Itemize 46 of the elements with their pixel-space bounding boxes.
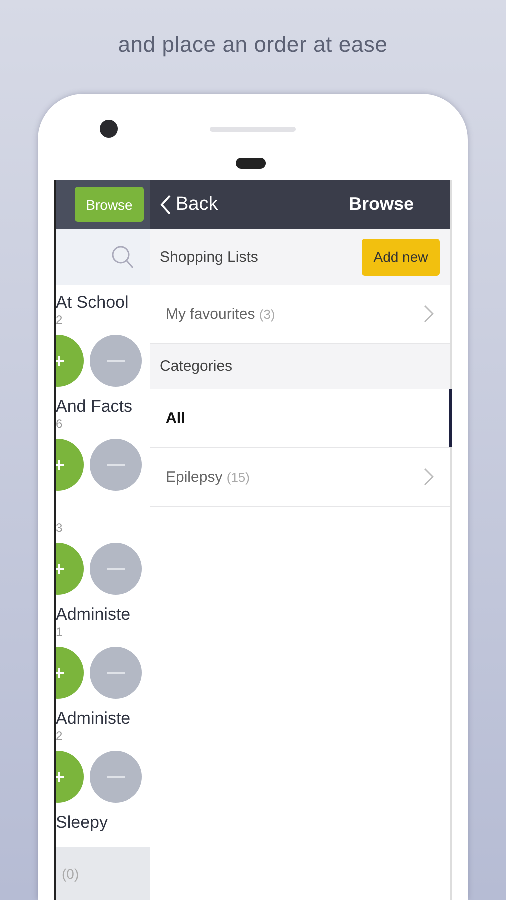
minus-button[interactable] bbox=[90, 543, 142, 595]
add-new-button[interactable]: Add new bbox=[362, 238, 440, 276]
screen-title: Browse bbox=[348, 194, 414, 215]
item-count: 1 bbox=[56, 625, 63, 639]
footer-count: (0) bbox=[62, 866, 80, 882]
item-title: Administe bbox=[56, 709, 131, 728]
plus-icon[interactable] bbox=[56, 751, 84, 803]
plus-icon[interactable] bbox=[56, 647, 84, 699]
headline: and place an order at ease bbox=[118, 32, 388, 58]
minus-icon bbox=[107, 672, 125, 674]
minus-button[interactable] bbox=[90, 647, 142, 699]
search-bar[interactable] bbox=[56, 229, 150, 285]
item-title: And Facts bbox=[56, 397, 133, 416]
section-title: Categories bbox=[160, 358, 233, 375]
chevron-icon bbox=[424, 468, 434, 486]
minus-button[interactable] bbox=[90, 335, 142, 387]
row-label: My favourites (3) bbox=[166, 306, 276, 322]
camera-icon bbox=[100, 120, 118, 138]
plus-icon[interactable] bbox=[56, 439, 84, 491]
item-count: 2 bbox=[56, 313, 63, 327]
minus-button[interactable] bbox=[90, 439, 142, 491]
back-button[interactable]: Back bbox=[160, 194, 218, 216]
category-row[interactable]: All bbox=[150, 389, 450, 448]
item-count: 2 bbox=[56, 729, 63, 743]
sensor-icon bbox=[236, 158, 266, 169]
category-row[interactable]: Epilepsy (15) bbox=[150, 448, 450, 507]
minus-icon bbox=[107, 776, 125, 778]
row-label: Epilepsy (15) bbox=[166, 468, 250, 486]
row-label: All bbox=[166, 410, 186, 426]
back-chevron-icon bbox=[160, 194, 172, 214]
item-title: At School bbox=[56, 293, 129, 312]
plus-icon[interactable] bbox=[56, 543, 84, 595]
minus-icon bbox=[107, 464, 125, 466]
item-title: Administe bbox=[56, 605, 131, 624]
minus-icon bbox=[107, 360, 125, 362]
section-title: Shopping Lists bbox=[160, 248, 258, 266]
search-icon[interactable] bbox=[112, 246, 134, 268]
item-count: 3 bbox=[56, 521, 63, 535]
minus-icon bbox=[107, 568, 125, 570]
minus-button[interactable] bbox=[90, 751, 142, 803]
speaker-icon bbox=[210, 127, 296, 132]
item-count: 6 bbox=[56, 417, 63, 431]
selection-indicator bbox=[449, 389, 452, 447]
chevron-icon bbox=[424, 305, 434, 323]
plus-icon[interactable] bbox=[56, 335, 84, 387]
item-title: Sleepy bbox=[56, 813, 108, 832]
